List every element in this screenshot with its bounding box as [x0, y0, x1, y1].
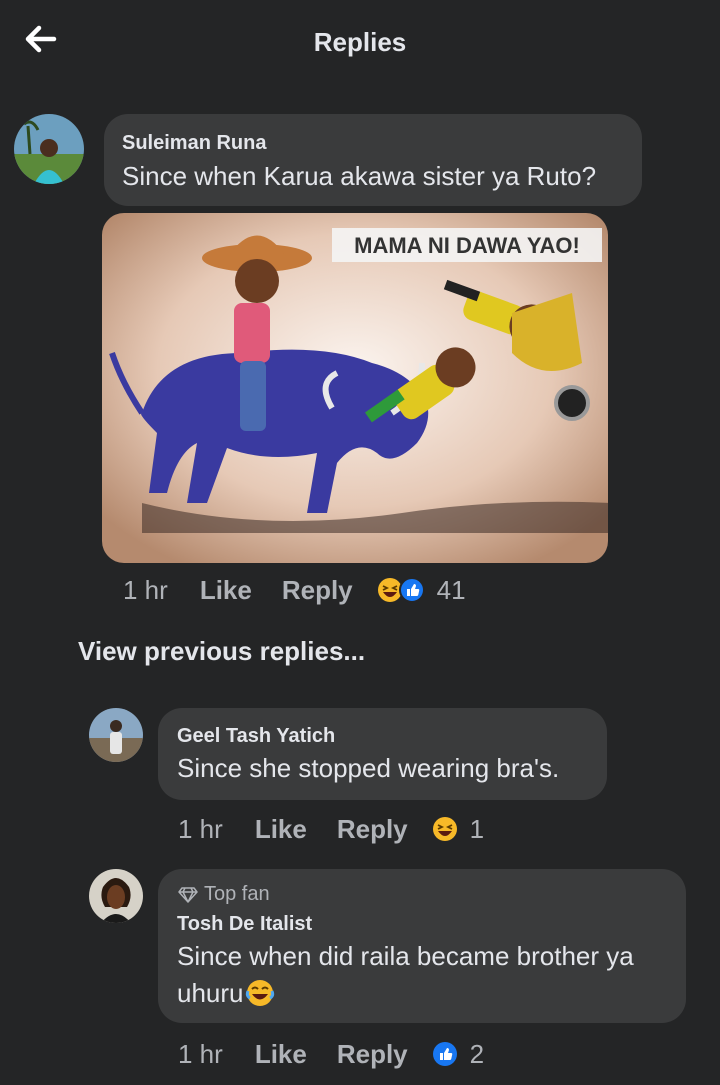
comment-image[interactable]: MAMA NI DAWA YAO! — [102, 213, 608, 563]
like-button[interactable]: Like — [255, 814, 307, 845]
top-fan-badge: Top fan — [178, 883, 270, 906]
reply-time[interactable]: 1 hr — [178, 814, 223, 845]
comment-text: Since when Karua akawa sister ya Ruto? — [122, 161, 597, 191]
reply-meta: 1 hr Like Reply 1 — [178, 809, 484, 849]
comment-bubble[interactable]: Suleiman Runa Since when Karua akawa sis… — [104, 114, 642, 206]
avatar[interactable] — [89, 869, 143, 923]
view-previous-replies-link[interactable]: View previous replies... — [78, 636, 365, 667]
reply-text-line2: uhuru — [177, 978, 244, 1008]
replies-screen: Replies Suleiman Runa Since when Karua a… — [0, 0, 720, 1085]
reply-meta: 1 hr Like Reply 2 — [178, 1034, 484, 1074]
comment-time[interactable]: 1 hr — [123, 575, 168, 606]
reactions-summary[interactable]: 2 — [432, 1039, 484, 1070]
avatar[interactable] — [14, 114, 84, 184]
crying-laughing-emoji — [245, 980, 274, 1006]
like-button[interactable]: Like — [200, 575, 252, 606]
reactions-summary[interactable]: 41 — [377, 575, 466, 606]
reaction-count: 1 — [469, 813, 485, 844]
diamond-icon — [178, 886, 198, 903]
like-icon — [432, 1041, 458, 1067]
reply-text-line1: Since when did raila became brother ya — [177, 941, 634, 971]
reply-text-line2-wrap: uhuru — [177, 975, 275, 1011]
comment-meta: 1 hr Like Reply 41 — [123, 570, 466, 610]
reply-bubble[interactable]: Geel Tash Yatich Since she stopped weari… — [158, 708, 607, 800]
like-button[interactable]: Like — [255, 1039, 307, 1070]
badge-label: Top fan — [204, 883, 270, 905]
reply-time[interactable]: 1 hr — [178, 1039, 223, 1070]
reply-text: Since she stopped wearing bra's. — [177, 753, 560, 783]
reaction-count: 2 — [469, 1038, 485, 1069]
image-caption: MAMA NI DAWA YAO! — [354, 233, 580, 258]
reaction-count: 41 — [436, 574, 466, 605]
header: Replies — [0, 0, 720, 84]
comment-author[interactable]: Suleiman Runa — [122, 132, 266, 155]
reactions-summary[interactable]: 1 — [432, 814, 484, 845]
reply-bubble[interactable]: Top fan Tosh De Italist Since when did r… — [158, 869, 686, 1023]
reply-author[interactable]: Geel Tash Yatich — [177, 725, 335, 748]
like-icon — [398, 577, 425, 603]
reply-button[interactable]: Reply — [282, 575, 353, 606]
avatar[interactable] — [89, 708, 143, 762]
reply-button[interactable]: Reply — [337, 814, 408, 845]
page-title: Replies — [313, 27, 407, 57]
reply-author[interactable]: Tosh De Italist — [177, 913, 312, 936]
haha-icon — [432, 816, 458, 842]
reply-button[interactable]: Reply — [337, 1039, 408, 1070]
